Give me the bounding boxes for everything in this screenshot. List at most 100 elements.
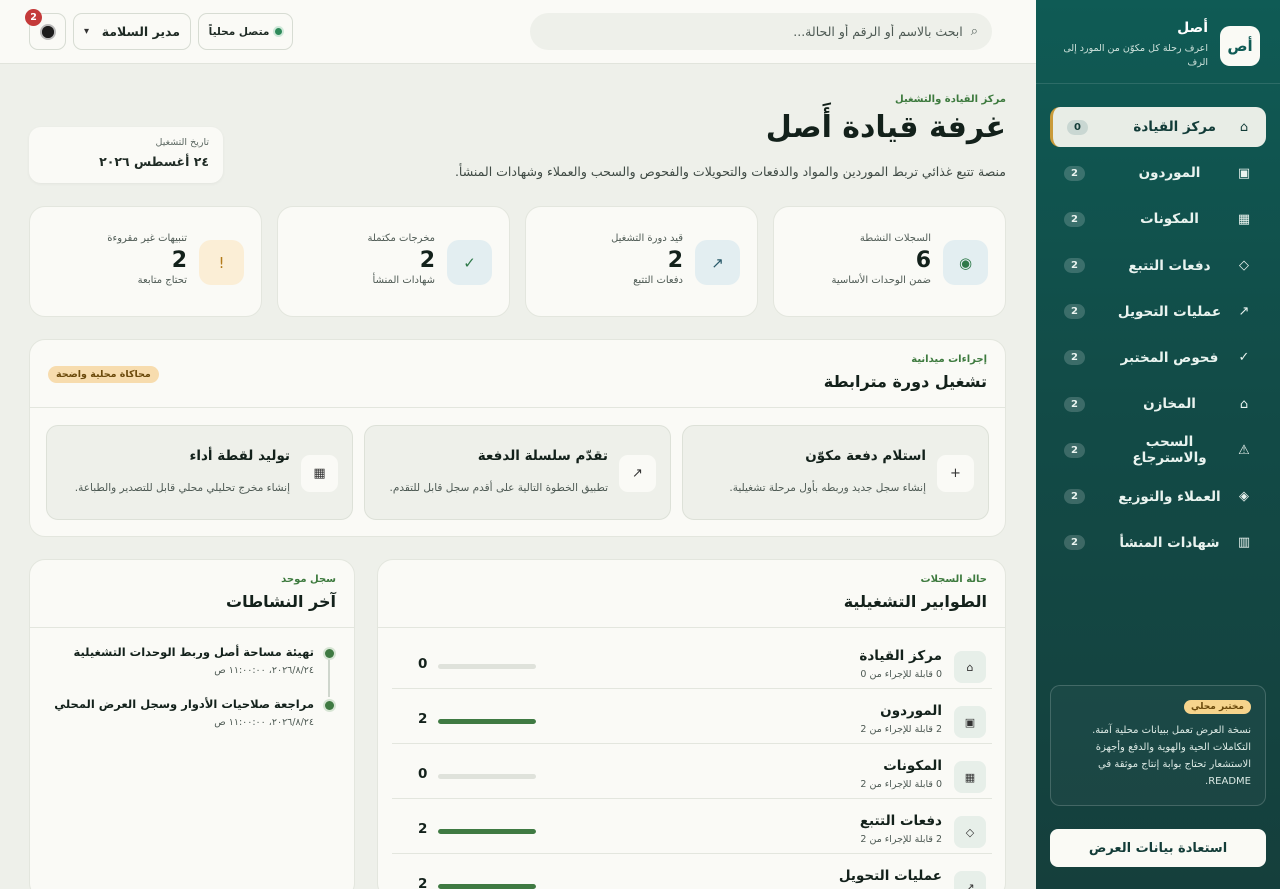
stat-text: تنبيهات غير مقروءة 2 تحتاج متابعة (107, 233, 187, 286)
stat-text: قيد دورة التشغيل 2 دفعات التتبع (611, 233, 683, 286)
timeline-dot-icon (325, 649, 334, 658)
queue-progress-fill (438, 829, 536, 834)
action-card-0[interactable]: + استلام دفعة مكوّن إنشاء سجل جديد وربطه ب… (682, 425, 989, 520)
recent-activity-panel: سجل موحد آخر النشاطات تهيئة مساحة أصل ور… (29, 559, 355, 889)
action-description: إنشاء سجل جديد وربطه بأول مرحلة تشغيلية. (729, 482, 926, 494)
queue-sub: 0 قابلة للإجراء من 2 (860, 779, 942, 790)
queue-count: 2 (418, 821, 428, 837)
simulation-badge: محاكاة محلية واضحة (48, 366, 159, 383)
sidebar-item-0[interactable]: ⌂ مركز القيادة 0 (1050, 107, 1266, 147)
sidebar-item-count: 2 (1064, 350, 1085, 366)
queue-count: 0 (418, 656, 428, 672)
sidebar-item-label: المكونات (1140, 211, 1199, 228)
queue-progress-fill (438, 884, 536, 889)
grid-icon: ▦ (954, 761, 986, 793)
search-icon: ⌕ (970, 24, 978, 39)
stat-sub: شهادات المنشأ (372, 275, 435, 286)
certificate-icon: ▥ (1237, 535, 1251, 551)
sidebar-item-count: 0 (1067, 119, 1088, 135)
supplier-icon: ▣ (1237, 165, 1251, 181)
stat-label: مخرجات مكتملة (367, 233, 436, 244)
activity-header: سجل موحد آخر النشاطات (30, 560, 354, 628)
advance-icon: ↗ (619, 455, 656, 492)
queue-row[interactable]: ◇ دفعات التتبع 2 قابلة للإجراء من 2 2 (392, 799, 992, 854)
sidebar-item-4[interactable]: ↗ عمليات التحويل 2 (1050, 292, 1266, 332)
role-select[interactable]: مدير السلامة ▾ (73, 13, 191, 50)
timeline-dot-icon (325, 701, 334, 710)
sidebar-item-6[interactable]: ⌂ المخازن 2 (1050, 384, 1266, 424)
stat-sub: تحتاج متابعة (137, 275, 187, 286)
diamond-icon: ◇ (1239, 258, 1249, 274)
sidebar-item-label: مركز القيادة (1133, 119, 1216, 135)
supplier-icon: ▣ (954, 706, 986, 738)
sidebar-item-9[interactable]: ▥ شهادات المنشأ 2 (1050, 523, 1266, 563)
trend-icon: ↗ (695, 240, 740, 285)
queue-name: المكونات (883, 758, 942, 774)
sidebar-item-label: دفعات التتبع (1128, 257, 1211, 274)
queue-sub: 2 قابلة للإجراء من 2 (860, 724, 942, 735)
action-title: استلام دفعة مكوّن (805, 448, 926, 464)
warning-icon: ⚠ (1238, 442, 1250, 458)
queue-row[interactable]: ▣ الموردون 2 قابلة للإجراء من 2 2 (392, 689, 992, 744)
target-icon: ◉ (943, 240, 988, 285)
local-lab-text: نسخة العرض تعمل ببيانات محلية آمنة. التك… (1092, 725, 1251, 787)
queue-name: مركز القيادة (859, 648, 942, 664)
stat-card: ◉ السجلات النشطة 6 ضمن الوحدات الأساسية (773, 206, 1006, 317)
action-card-1[interactable]: ↗ تقدّم سلسلة الدفعة تطبيق الخطوة التالية … (364, 425, 671, 520)
connection-status[interactable]: متصل محلياً (198, 13, 293, 50)
check-icon: ✓ (447, 240, 492, 285)
sidebar-item-1[interactable]: ▣ الموردون 2 (1050, 153, 1266, 193)
operation-date-card: تاريخ التشغيل ٢٤ أغسطس ٢٠٢٦ (29, 127, 223, 183)
topbar: ⌕ متصل محلياً مدير السلامة ▾ 2 (0, 0, 1036, 64)
sidebar-item-count: 2 (1064, 535, 1085, 551)
arrow-icon: ↗ (954, 871, 986, 889)
activity-eyebrow: سجل موحد (281, 574, 336, 585)
action-description: تطبيق الخطوة التالية على أقدم سجل قابل ل… (389, 482, 608, 494)
brand-logo[interactable]: أص (1220, 26, 1260, 66)
chevron-down-icon: ▾ (84, 26, 90, 37)
stat-text: السجلات النشطة 6 ضمن الوحدات الأساسية (831, 233, 931, 286)
page-description: منصة تتبع غذائي تربط الموردين والمواد وا… (454, 164, 1006, 179)
action-title: توليد لقطة أداء (189, 448, 290, 464)
local-lab-badge: مختبر محلي (1184, 700, 1251, 714)
field-actions-title: تشغيل دورة مترابطة (823, 372, 987, 391)
queue-row[interactable]: ⌂ مركز القيادة 0 قابلة للإجراء من 0 0 (392, 634, 992, 689)
sidebar-item-7[interactable]: ⚠ السحب والاسترجاع 2 (1050, 430, 1266, 470)
notifications-button[interactable]: 2 (25, 9, 66, 50)
queue-name: الموردون (880, 703, 942, 719)
operation-date-label: تاريخ التشغيل (155, 137, 209, 148)
action-card-2[interactable]: ▦ توليد لقطة أداء إنشاء مخرج تحليلي محلي ق… (46, 425, 353, 520)
operation-date-value: ٢٤ أغسطس ٢٠٢٦ (99, 154, 209, 169)
search-input[interactable] (544, 24, 963, 39)
sidebar-item-count: 2 (1064, 442, 1085, 458)
stat-value: 6 (915, 248, 931, 273)
notification-count-badge: 2 (25, 9, 42, 26)
status-dot-icon (275, 28, 283, 35)
sidebar-item-3[interactable]: ◇ دفعات التتبع 2 (1050, 246, 1266, 286)
queue-count: 0 (418, 766, 428, 782)
queue-row[interactable]: ↗ عمليات التحويل 2 (392, 854, 992, 889)
field-actions-eyebrow: إجراءات ميدانية (911, 354, 987, 365)
warehouse-icon: ⌂ (1239, 396, 1249, 412)
sidebar-item-label: السحب والاسترجاع (1132, 434, 1207, 467)
home-icon: ⌂ (954, 651, 986, 683)
home-icon: ⌂ (1239, 119, 1249, 135)
activity-title: تهيئة مساحة أصل وربط الوحدات التشغيلية (73, 645, 314, 659)
search-box[interactable]: ⌕ (530, 13, 992, 50)
stat-label: السجلات النشطة (859, 233, 931, 244)
stat-card: ↗ قيد دورة التشغيل 2 دفعات التتبع (525, 206, 758, 317)
field-actions-panel: إجراءات ميدانية تشغيل دورة مترابطة محاكا… (29, 339, 1006, 537)
queue-count: 2 (418, 876, 428, 889)
queue-row[interactable]: ▦ المكونات 0 قابلة للإجراء من 2 0 (392, 744, 992, 799)
sidebar-item-count: 2 (1064, 211, 1085, 227)
sidebar-item-8[interactable]: ◈ العملاء والتوزيع 2 (1050, 477, 1266, 517)
queue-progress-bar (438, 719, 536, 724)
sidebar-item-2[interactable]: ▦ المكونات 2 (1050, 199, 1266, 239)
queue-name: دفعات التتبع (859, 813, 942, 829)
stat-label: قيد دورة التشغيل (611, 233, 683, 244)
queue-progress-bar (438, 829, 536, 834)
sidebar-item-count: 2 (1064, 304, 1085, 320)
sidebar-item-5[interactable]: ✓ فحوص المختبر 2 (1050, 338, 1266, 378)
queue-name: عمليات التحويل (838, 868, 942, 884)
restore-demo-data-button[interactable]: استعادة بيانات العرض (1050, 829, 1266, 867)
